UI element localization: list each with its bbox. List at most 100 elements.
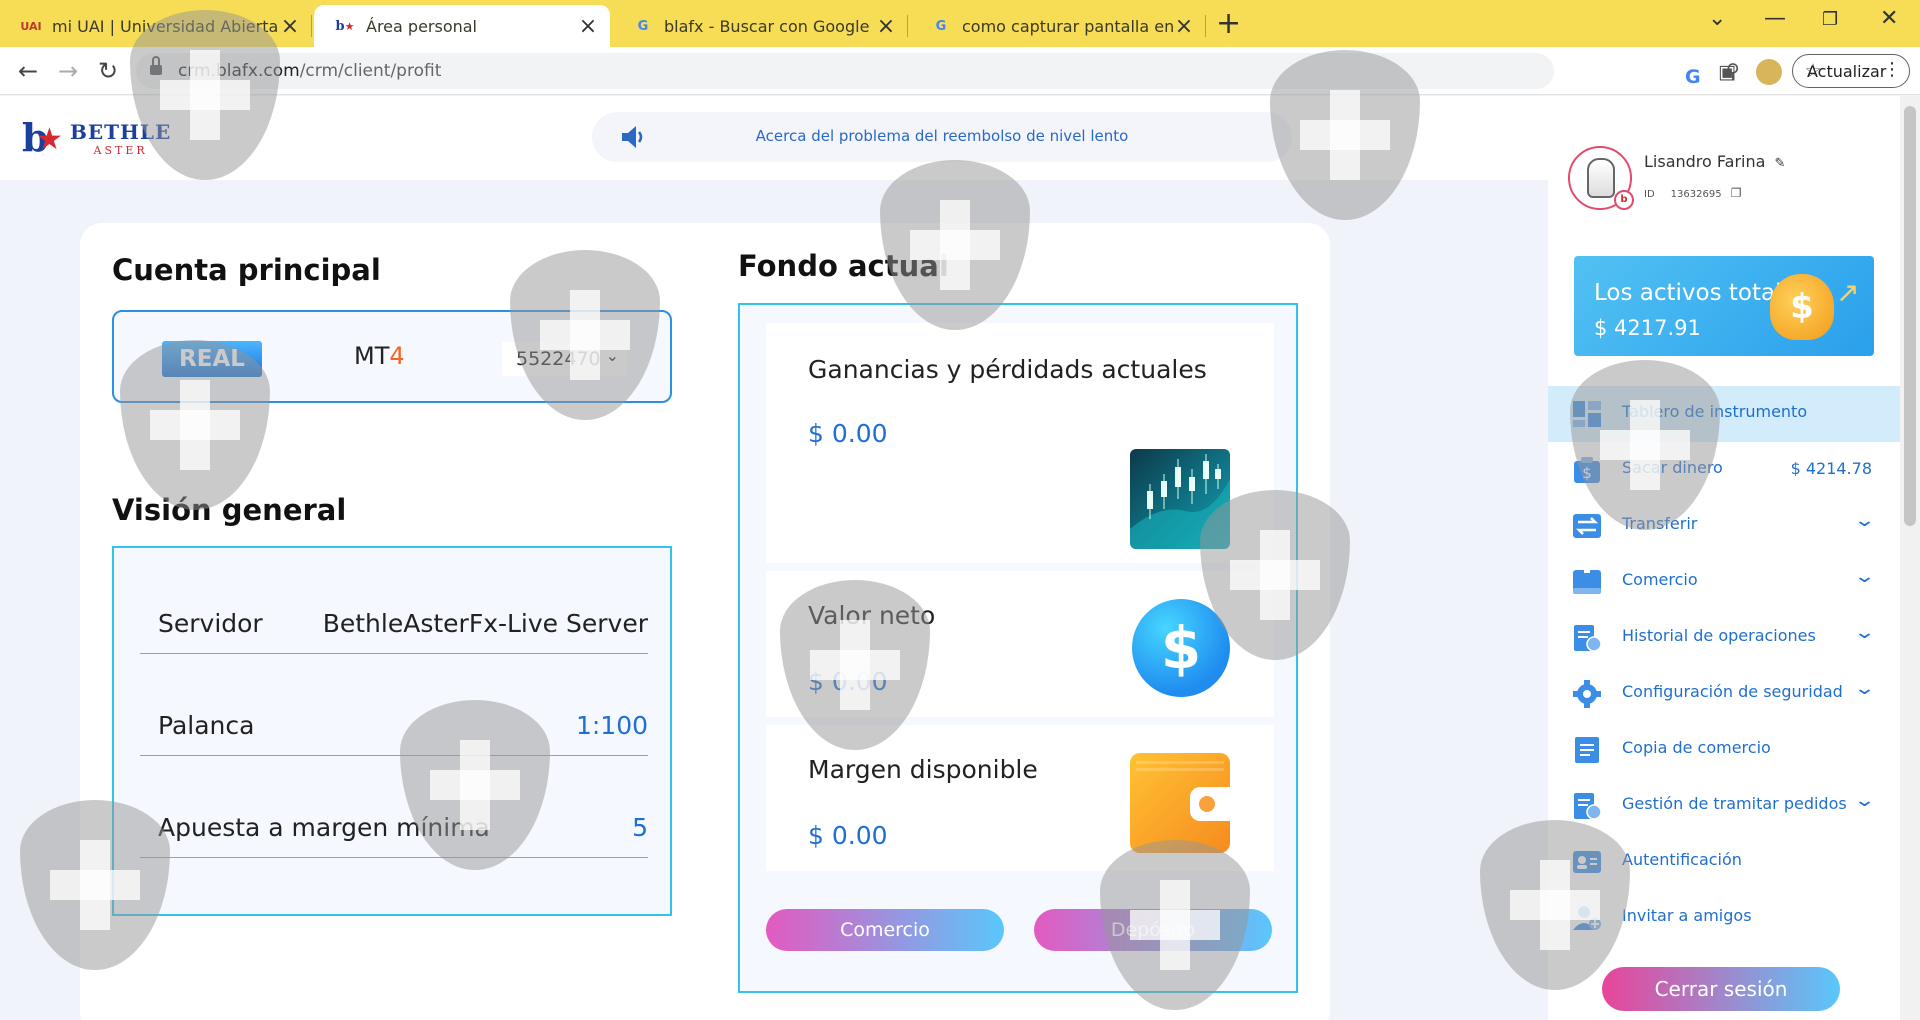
- google-lens-icon[interactable]: G: [1685, 66, 1701, 88]
- profile-avatar[interactable]: [1756, 59, 1782, 85]
- current-funds-box: Ganancias y pérdidads actuales $ 0.00 Va…: [738, 303, 1298, 993]
- svg-text:$: $: [1582, 464, 1592, 482]
- logo-subtext: ASTER: [93, 143, 148, 157]
- new-tab-button[interactable]: +: [1216, 6, 1241, 41]
- sidebar-item-withdraw[interactable]: $ Sacar dinero $ 4214.78: [1548, 442, 1900, 498]
- account-number-select[interactable]: 5522470 ⌄: [502, 342, 627, 376]
- current-funds-title: Fondo actual: [738, 249, 949, 283]
- fund-card-equity: Valor neto $ 0.00 $: [766, 571, 1274, 717]
- tab-uai[interactable]: UAI mi UAI | Universidad Abierta Inte ×: [0, 5, 312, 47]
- sidebar-item-transfer[interactable]: Transferir ⌄: [1548, 498, 1900, 554]
- copy-trade-icon: [1575, 737, 1599, 763]
- address-bar[interactable]: crm.blafx.com/crm/client/profit G ⚲ ⇪ ☆: [136, 53, 1822, 89]
- uai-favicon-icon: UAI: [20, 19, 42, 33]
- site-header: b ★ BETHLE ASTER Acerca del problema del …: [0, 96, 1833, 180]
- site-logo[interactable]: b ★ BETHLE ASTER: [22, 118, 171, 158]
- overview-box: Servidor BethleAsterFx-Live Server Palan…: [112, 546, 672, 916]
- browser-tab-strip: UAI mi UAI | Universidad Abierta Inte × …: [0, 0, 1920, 47]
- overview-title: Visión general: [112, 493, 347, 527]
- growth-arrow-icon: ↗: [1836, 276, 1860, 309]
- overview-row-server: Servidor BethleAsterFx-Live Server: [140, 554, 648, 654]
- history-icon: [1574, 625, 1602, 652]
- trade-button[interactable]: Comercio: [766, 909, 1004, 951]
- update-button[interactable]: Actualizar ⋮: [1792, 54, 1910, 88]
- chevron-down-icon: ⌄: [1853, 566, 1876, 587]
- right-sidebar: b Lisandro Farina ✎ ID 13632695 ❐ Los act…: [1548, 96, 1900, 1020]
- withdraw-amount: $ 4214.78: [1790, 459, 1872, 478]
- sidebar-item-commerce[interactable]: Comercio ⌄: [1548, 554, 1900, 610]
- user-avatar[interactable]: b: [1568, 146, 1634, 210]
- sidebar-item-history[interactable]: Historial de operaciones ⌄: [1548, 610, 1900, 666]
- sidebar-item-authentication[interactable]: Autentificación: [1548, 834, 1900, 890]
- tab-google-capturar[interactable]: G como capturar pantalla en la pc ×: [910, 5, 1206, 47]
- fund-card-pnl: Ganancias y pérdidads actuales $ 0.00: [766, 323, 1274, 563]
- candlestick-chart-icon: [1130, 449, 1230, 549]
- tab-search-chevron-icon[interactable]: ⌄: [1708, 6, 1726, 31]
- user-id: ID 13632695 ❐: [1644, 186, 1742, 200]
- lock-icon: [150, 56, 162, 75]
- url-text: crm.blafx.com/crm/client/profit: [178, 61, 442, 81]
- update-label: Actualizar: [1807, 61, 1887, 81]
- platform-label: MT4: [354, 342, 405, 370]
- close-icon[interactable]: ×: [280, 14, 300, 39]
- logout-button[interactable]: Cerrar sesión: [1602, 967, 1840, 1011]
- tab-title: mi UAI | Universidad Abierta Inte: [52, 16, 280, 36]
- sidebar-item-label: Historial de operaciones: [1622, 626, 1816, 645]
- id-card-icon: [1573, 851, 1601, 873]
- server-label: Servidor: [158, 609, 263, 638]
- close-icon[interactable]: ×: [876, 14, 896, 39]
- deposit-button[interactable]: Depósito: [1034, 909, 1272, 951]
- google-icon: G: [935, 18, 947, 34]
- sidebar-item-label: Sacar dinero: [1622, 458, 1723, 477]
- pnl-value: $ 0.00: [808, 419, 888, 448]
- sidebar-item-orders[interactable]: Gestión de tramitar pedidos ⌄: [1548, 778, 1900, 834]
- side-panel-icon[interactable]: ▣: [1716, 61, 1738, 83]
- chevron-down-icon: ⌄: [1853, 678, 1876, 699]
- total-assets-value: $ 4217.91: [1594, 316, 1701, 340]
- edit-pencil-icon[interactable]: ✎: [1775, 156, 1786, 171]
- overview-row-min-margin: Apuesta a margen mínima 5: [140, 758, 648, 858]
- notice-banner[interactable]: Acerca del problema del reembolso de niv…: [592, 112, 1292, 162]
- dollar-coin-icon: $: [1132, 599, 1230, 697]
- sidebar-item-invite[interactable]: Invitar a amigos: [1548, 890, 1900, 946]
- overview-row-leverage: Palanca 1:100: [140, 656, 648, 756]
- sidebar-item-label: Transferir: [1622, 514, 1698, 533]
- scrollbar-thumb[interactable]: [1904, 106, 1916, 526]
- tab-title: blafx - Buscar con Google: [664, 16, 870, 36]
- page-scrollbar[interactable]: [1900, 96, 1920, 1020]
- equity-label: Valor neto: [808, 601, 936, 630]
- forward-button[interactable]: →: [52, 55, 84, 87]
- tab-title: como capturar pantalla en la pc: [962, 16, 1174, 36]
- close-icon[interactable]: ×: [1174, 14, 1194, 39]
- copy-icon[interactable]: ❐: [1731, 186, 1742, 200]
- user-name: Lisandro Farina ✎: [1644, 152, 1786, 171]
- chevron-down-icon: ⌄: [1853, 790, 1876, 811]
- kebab-menu-icon[interactable]: ⋮: [1883, 59, 1901, 80]
- notice-text: Acerca del problema del reembolso de niv…: [755, 127, 1129, 145]
- bethle-badge-icon: b: [1614, 190, 1634, 210]
- window-close-button[interactable]: ✕: [1880, 6, 1898, 31]
- free-margin-label: Margen disponible: [808, 755, 1038, 784]
- free-margin-value: $ 0.00: [808, 821, 888, 850]
- tab-title: Área personal: [366, 16, 477, 36]
- browser-toolbar: ← → ↻ crm.blafx.com/crm/client/profit G …: [0, 47, 1920, 95]
- transfer-icon: [1573, 514, 1601, 538]
- trade-icon: [1573, 570, 1601, 594]
- withdraw-icon: $: [1574, 457, 1600, 483]
- back-button[interactable]: ←: [12, 55, 44, 87]
- tab-google-blafx[interactable]: G blafx - Buscar con Google ×: [612, 5, 908, 47]
- sidebar-item-security[interactable]: Configuración de seguridad ⌄: [1548, 666, 1900, 722]
- min-margin-label: Apuesta a margen mínima: [158, 813, 490, 842]
- sidebar-item-label: Gestión de tramitar pedidos: [1622, 794, 1847, 813]
- tab-area-personal[interactable]: b ★ Área personal ×: [314, 5, 610, 47]
- sidebar-item-label: Comercio: [1622, 570, 1698, 589]
- close-icon[interactable]: ×: [578, 14, 598, 39]
- sidebar-item-copy-trade[interactable]: Copia de comercio: [1548, 722, 1900, 778]
- maximize-button[interactable]: ❐: [1822, 9, 1838, 30]
- chevron-down-icon: ⌄: [605, 346, 619, 365]
- reload-button[interactable]: ↻: [92, 55, 124, 87]
- sidebar-item-label: Autentificación: [1622, 850, 1742, 869]
- minimize-button[interactable]: —: [1764, 6, 1786, 31]
- sidebar-item-dashboard[interactable]: Tablero de instrumento: [1548, 386, 1900, 442]
- pnl-label: Ganancias y pérdidads actuales: [808, 355, 1207, 384]
